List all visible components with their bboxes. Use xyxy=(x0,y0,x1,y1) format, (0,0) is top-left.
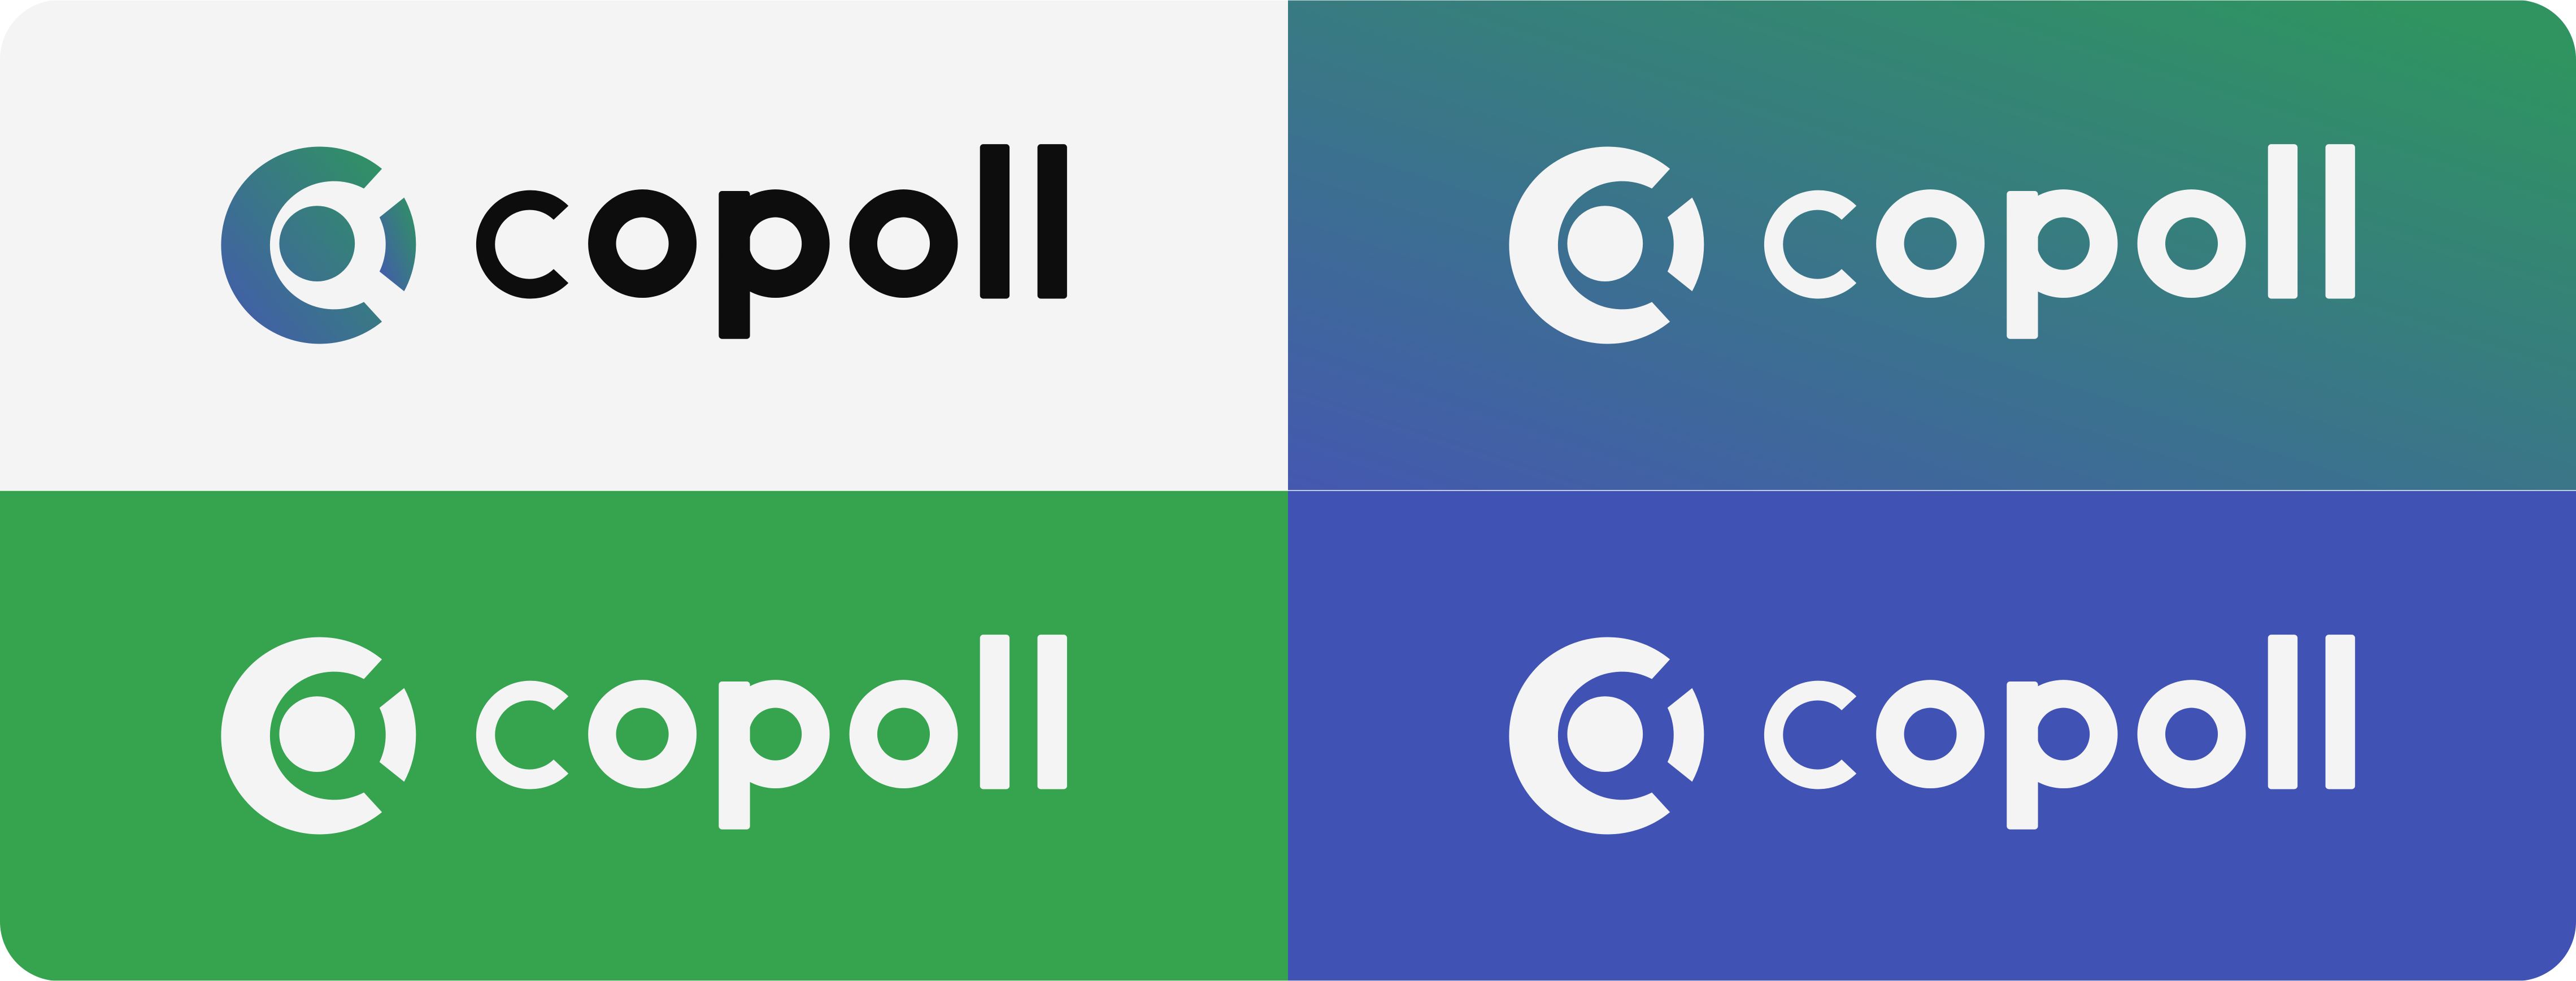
logo-lockup-gradient xyxy=(1288,0,2576,491)
logo-lockup-green xyxy=(0,491,1288,981)
panel-gradient: copoll xyxy=(1288,0,2576,491)
brand-board: copoll xyxy=(0,0,2576,981)
panel-light: copoll xyxy=(0,0,1288,491)
logo-lockup-blue xyxy=(1288,491,2576,981)
logo-lockup-light xyxy=(0,0,1288,491)
panel-blue: copoll xyxy=(1288,491,2576,981)
panel-green: copoll xyxy=(0,491,1288,981)
